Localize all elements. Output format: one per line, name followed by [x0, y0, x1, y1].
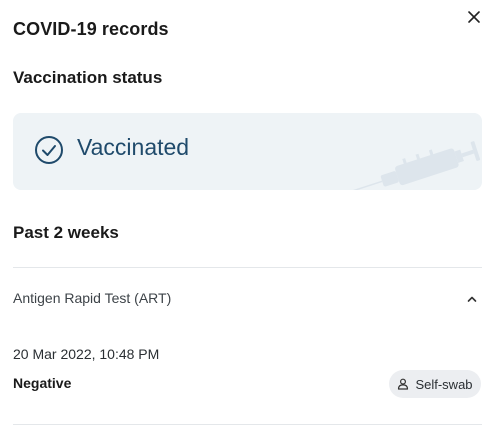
- divider: [13, 424, 482, 425]
- divider: [13, 267, 482, 268]
- close-icon[interactable]: [463, 6, 485, 28]
- page-title: COVID-19 records: [13, 19, 169, 39]
- person-icon: [398, 378, 409, 390]
- test-method-label: Self-swab: [415, 376, 473, 392]
- test-name[interactable]: Antigen Rapid Test (ART): [13, 290, 171, 306]
- vaccination-section-title: Vaccination status: [13, 68, 163, 87]
- test-datetime: 20 Mar 2022, 10:48 PM: [13, 346, 160, 362]
- chevron-up-icon[interactable]: [465, 292, 479, 306]
- vaccination-status-card: Vaccinated: [13, 113, 482, 190]
- close-button[interactable]: [463, 6, 485, 28]
- test-method-badge: Self-swab: [389, 370, 481, 398]
- past-two-weeks-title: Past 2 weeks: [13, 223, 119, 242]
- syringe-icon: [324, 141, 481, 190]
- test-result: Negative: [13, 375, 72, 391]
- check-circle-icon: [35, 136, 63, 164]
- vaccination-status-label: Vaccinated: [77, 134, 190, 160]
